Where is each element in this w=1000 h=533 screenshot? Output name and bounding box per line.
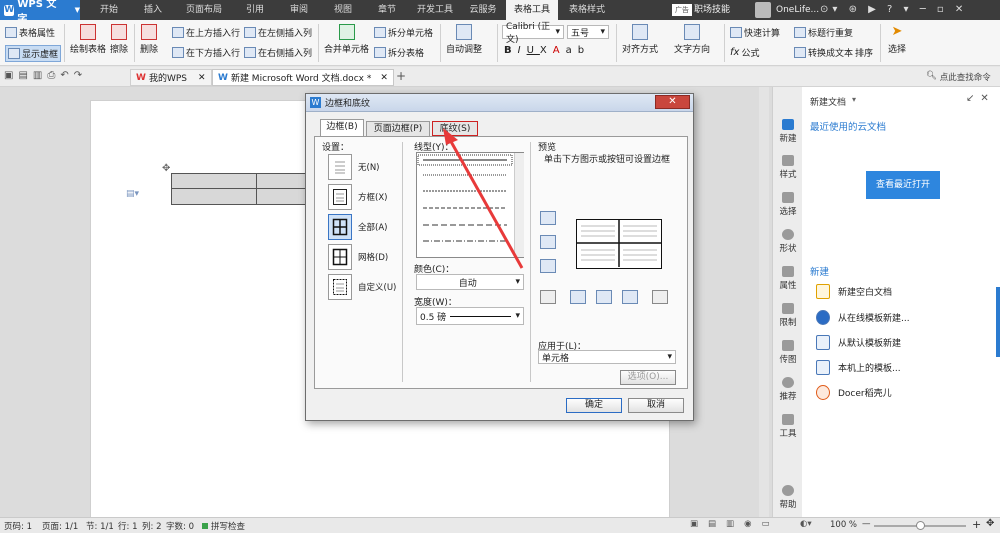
status-page-number: 页码: 1 [4,522,32,532]
image-icon [782,340,794,351]
sidebar-item-properties[interactable]: 属性 [773,266,803,291]
new-section-title: 新建 [810,267,830,278]
pane-title: 新建文档 [810,98,847,108]
sidebar-item-select[interactable]: 选择 [773,192,803,217]
local-template-icon [816,360,830,375]
status-column: 列: 2 [142,522,162,532]
new-doc-icon [782,119,794,130]
task-pane-bar: 新建 样式 选择 形状 属性 限制 传图 推荐 工具 帮助 [772,87,802,517]
docer-link[interactable]: Docer稻壳儿 [816,385,892,400]
help-icon [782,485,794,496]
spell-check-button[interactable]: 拼写检查 [211,520,245,532]
new-blank-doc[interactable]: 新建空白文档 [816,284,892,299]
zoom-slider-thumb[interactable] [916,521,925,530]
zoom-in-button[interactable]: + [972,518,981,531]
zoom-toggle-icon[interactable]: ◐▾ [800,519,812,529]
new-document-pane: 新建文档 ▾ ↙✕ 最近使用的云文档 查看最近打开 新建 新建空白文档 从在线模… [802,87,1000,517]
new-from-online-template[interactable]: 从在线模板新建... [816,310,910,325]
sidebar-item-styles[interactable]: 样式 [773,155,803,180]
status-bar: 页码: 1 页面: 1/1 节: 1/1 行: 1 列: 2 字数: 0 拼写检… [0,517,1000,533]
pane-controls[interactable]: ↙✕ [966,93,995,104]
sidebar-item-new[interactable]: 新建 [773,119,803,144]
properties-icon [782,266,794,277]
online-template-icon [816,310,830,325]
recommend-icon [782,377,794,388]
local-templates[interactable]: 本机上的模板... [816,360,901,375]
status-page: 页面: 1/1 [42,522,79,532]
sidebar-item-recommend[interactable]: 推荐 [773,377,803,402]
shapes-icon [782,229,794,240]
status-section: 节: 1/1 [86,522,114,532]
default-template-icon [816,335,830,350]
spell-check-icon [202,523,208,529]
fullscreen-icon[interactable]: ✥ [986,518,994,529]
docer-icon [816,385,830,400]
status-word-count: 字数: 0 [166,522,194,532]
sidebar-item-upload-image[interactable]: 传图 [773,340,803,365]
recent-cloud-docs-title: 最近使用的云文档 [810,122,887,133]
pane-scroll-indicator[interactable] [996,287,1000,357]
sidebar-item-help[interactable]: 帮助 [773,485,803,510]
zoom-level: 100 % [830,520,858,530]
sidebar-item-shapes[interactable]: 形状 [773,229,803,254]
select-icon [782,192,794,203]
blank-doc-icon [816,284,830,299]
status-row: 行: 1 [118,522,138,532]
chevron-down-icon[interactable]: ▾ [852,95,856,104]
view-mode-icons[interactable]: ▣▤▥◉▭ [690,519,780,529]
styles-icon [782,155,794,166]
sidebar-item-restrict[interactable]: 限制 [773,303,803,328]
new-from-default-template[interactable]: 从默认模板新建 [816,335,901,350]
lock-icon [782,303,794,314]
sidebar-item-tools[interactable]: 工具 [773,414,803,439]
view-recent-button[interactable]: 查看最近打开 [866,171,940,199]
toolbox-icon [782,414,794,425]
zoom-out-button[interactable]: — [862,519,871,529]
